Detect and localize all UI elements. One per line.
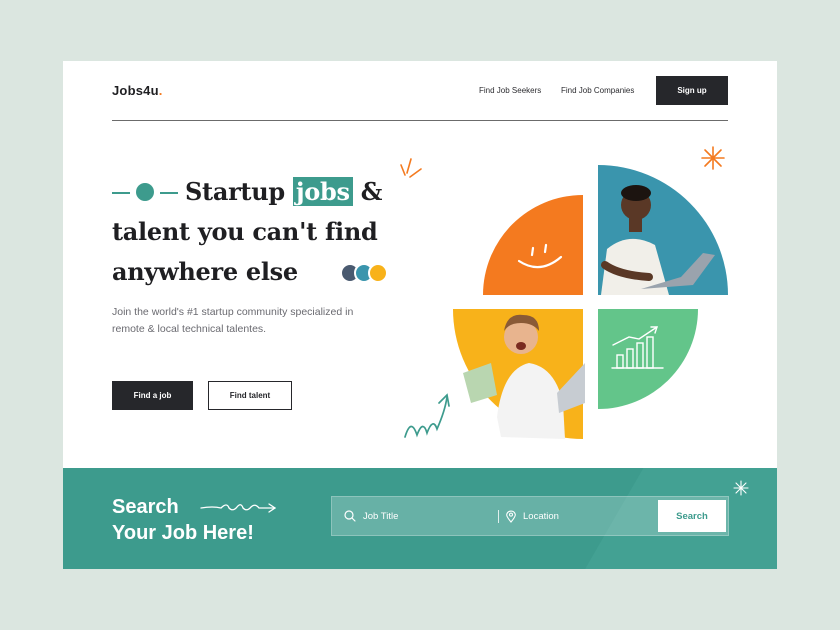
signup-button[interactable]: Sign up [656,76,728,105]
deco-dot [136,183,154,201]
search-icon [344,510,356,522]
headline-line-3: anywhere else [112,257,298,286]
headline-line-1: Startup jobs & [185,177,382,206]
search-button[interactable]: Search [658,500,726,532]
hero-graphic [404,146,728,439]
logo-text: Jobs4u [112,83,159,98]
nav-find-job-companies[interactable]: Find Job Companies [561,86,634,95]
search-band: Search Your Job Here! Job Title Location [63,468,777,569]
header-divider [112,120,728,121]
swirl-arrow-icon [200,503,277,513]
deco-line-left [112,192,130,194]
logo-dot: . [158,83,163,98]
job-title-placeholder: Job Title [363,510,399,522]
headline-word: Startup [185,177,285,206]
orange-quarter-shape [483,195,583,295]
star-sparkle-icon [733,480,749,496]
location-field[interactable]: Location [506,497,646,535]
deco-line-right [160,192,178,194]
location-pin-icon [506,510,516,523]
job-title-field[interactable]: Job Title [344,497,494,535]
logo[interactable]: Jobs4u. [112,83,163,98]
nav-find-job-seekers[interactable]: Find Job Seekers [479,86,541,95]
search-title-line-2: Your Job Here! [112,522,254,544]
search-separator [498,510,499,523]
green-quarter-shape [598,309,698,409]
headline-ampersand: & [360,177,383,206]
hero-subtext: Join the world's #1 startup community sp… [112,306,354,335]
sparkle-icon [701,146,725,170]
squiggle-arrow-icon [404,393,450,438]
headline-line-2: talent you can't find [112,217,378,246]
search-bar: Job Title Location Search [331,496,729,536]
location-placeholder: Location [523,510,559,522]
avatar [368,263,388,283]
headline-highlight: jobs [292,177,353,206]
landing-card: Jobs4u. Find Job Seekers Find Job Compan… [63,61,777,569]
find-job-button[interactable]: Find a job [112,381,193,410]
find-talent-button[interactable]: Find talent [208,381,292,410]
